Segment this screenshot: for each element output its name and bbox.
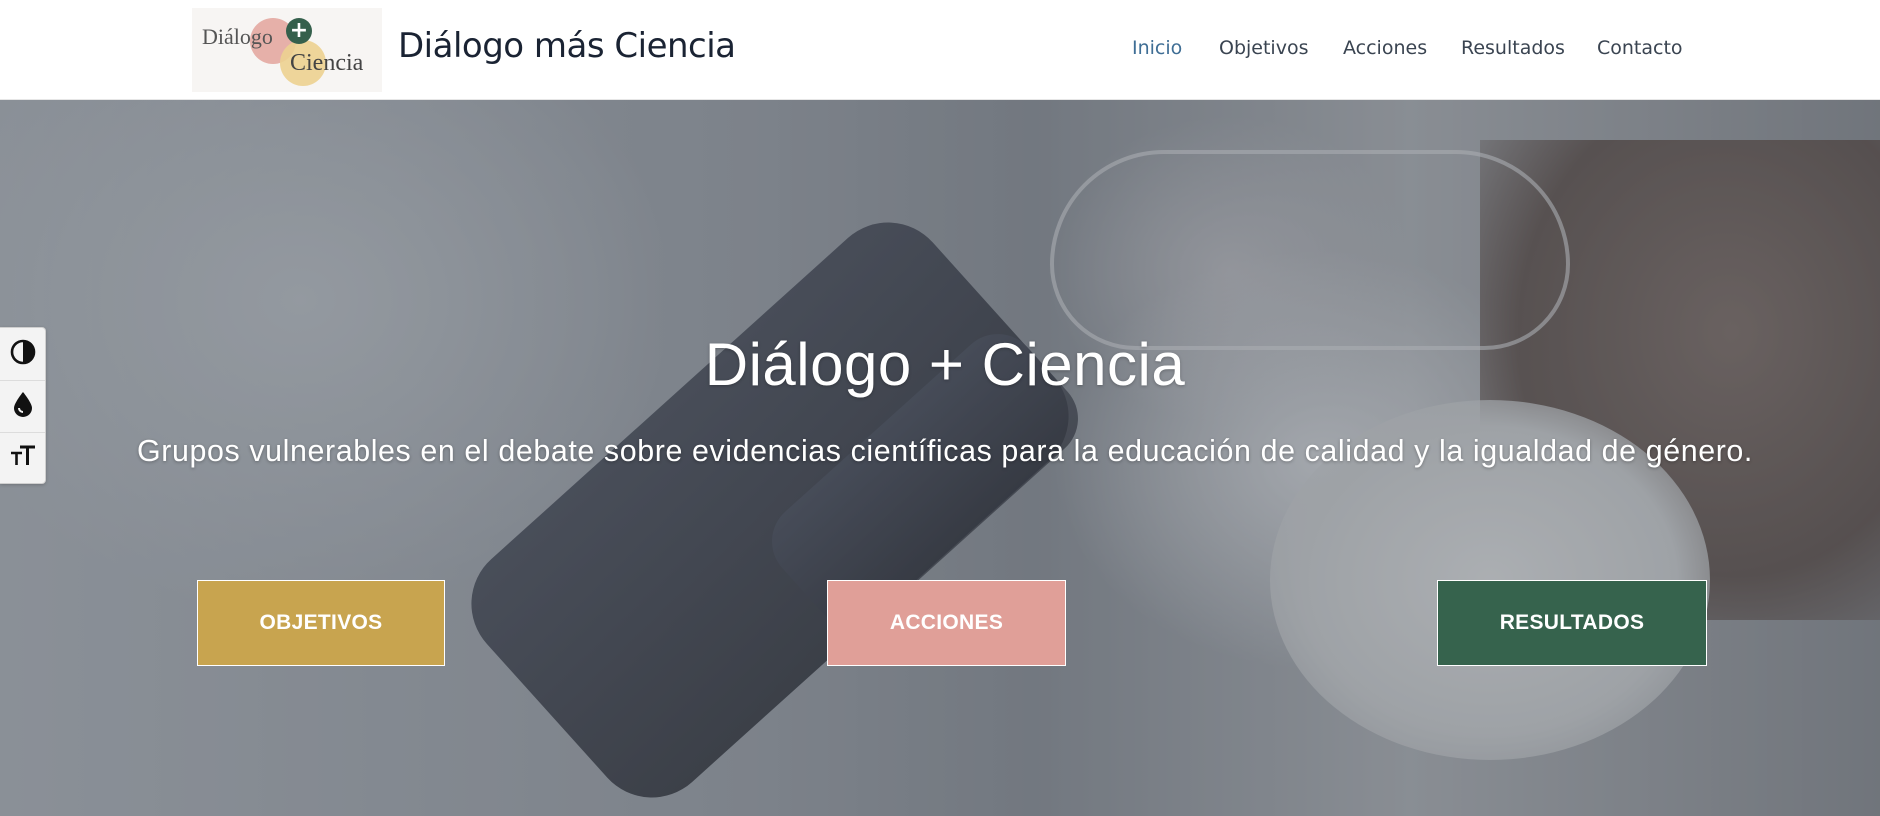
acciones-button[interactable]: ACCIONES (827, 580, 1066, 666)
nav-item-objetivos[interactable]: Objetivos (1219, 37, 1308, 59)
nav-item-contacto[interactable]: Contacto (1597, 37, 1683, 59)
contrast-button[interactable] (0, 328, 45, 380)
font-size-icon (9, 444, 37, 473)
logo-plus-icon: + (286, 18, 312, 44)
nav-item-inicio[interactable]: Inicio (1132, 37, 1182, 59)
hero-banner: Diálogo + Ciencia Grupos vulnerables en … (0, 100, 1880, 816)
logo-word-ciencia: Ciencia (290, 50, 364, 76)
accessibility-toolbar (0, 327, 46, 484)
hero-subtitle: Grupos vulnerables en el debate sobre ev… (137, 434, 1753, 468)
logo-word-dialogo: Diálogo (202, 24, 273, 49)
objetivos-button[interactable]: OBJETIVOS (197, 580, 445, 666)
drop-icon (11, 390, 35, 423)
site-title[interactable]: Diálogo más Ciencia (398, 26, 736, 66)
contrast-icon (10, 339, 36, 370)
grayscale-button[interactable] (0, 380, 45, 432)
hero-title: Diálogo + Ciencia (704, 331, 1186, 398)
site-header: + Diálogo Ciencia Diálogo más Ciencia In… (0, 0, 1880, 100)
site-logo[interactable]: + Diálogo Ciencia (192, 8, 382, 92)
resultados-button[interactable]: RESULTADOS (1437, 580, 1707, 666)
nav-item-resultados[interactable]: Resultados (1461, 37, 1565, 59)
font-size-button[interactable] (0, 432, 45, 484)
nav-item-acciones[interactable]: Acciones (1343, 37, 1427, 59)
